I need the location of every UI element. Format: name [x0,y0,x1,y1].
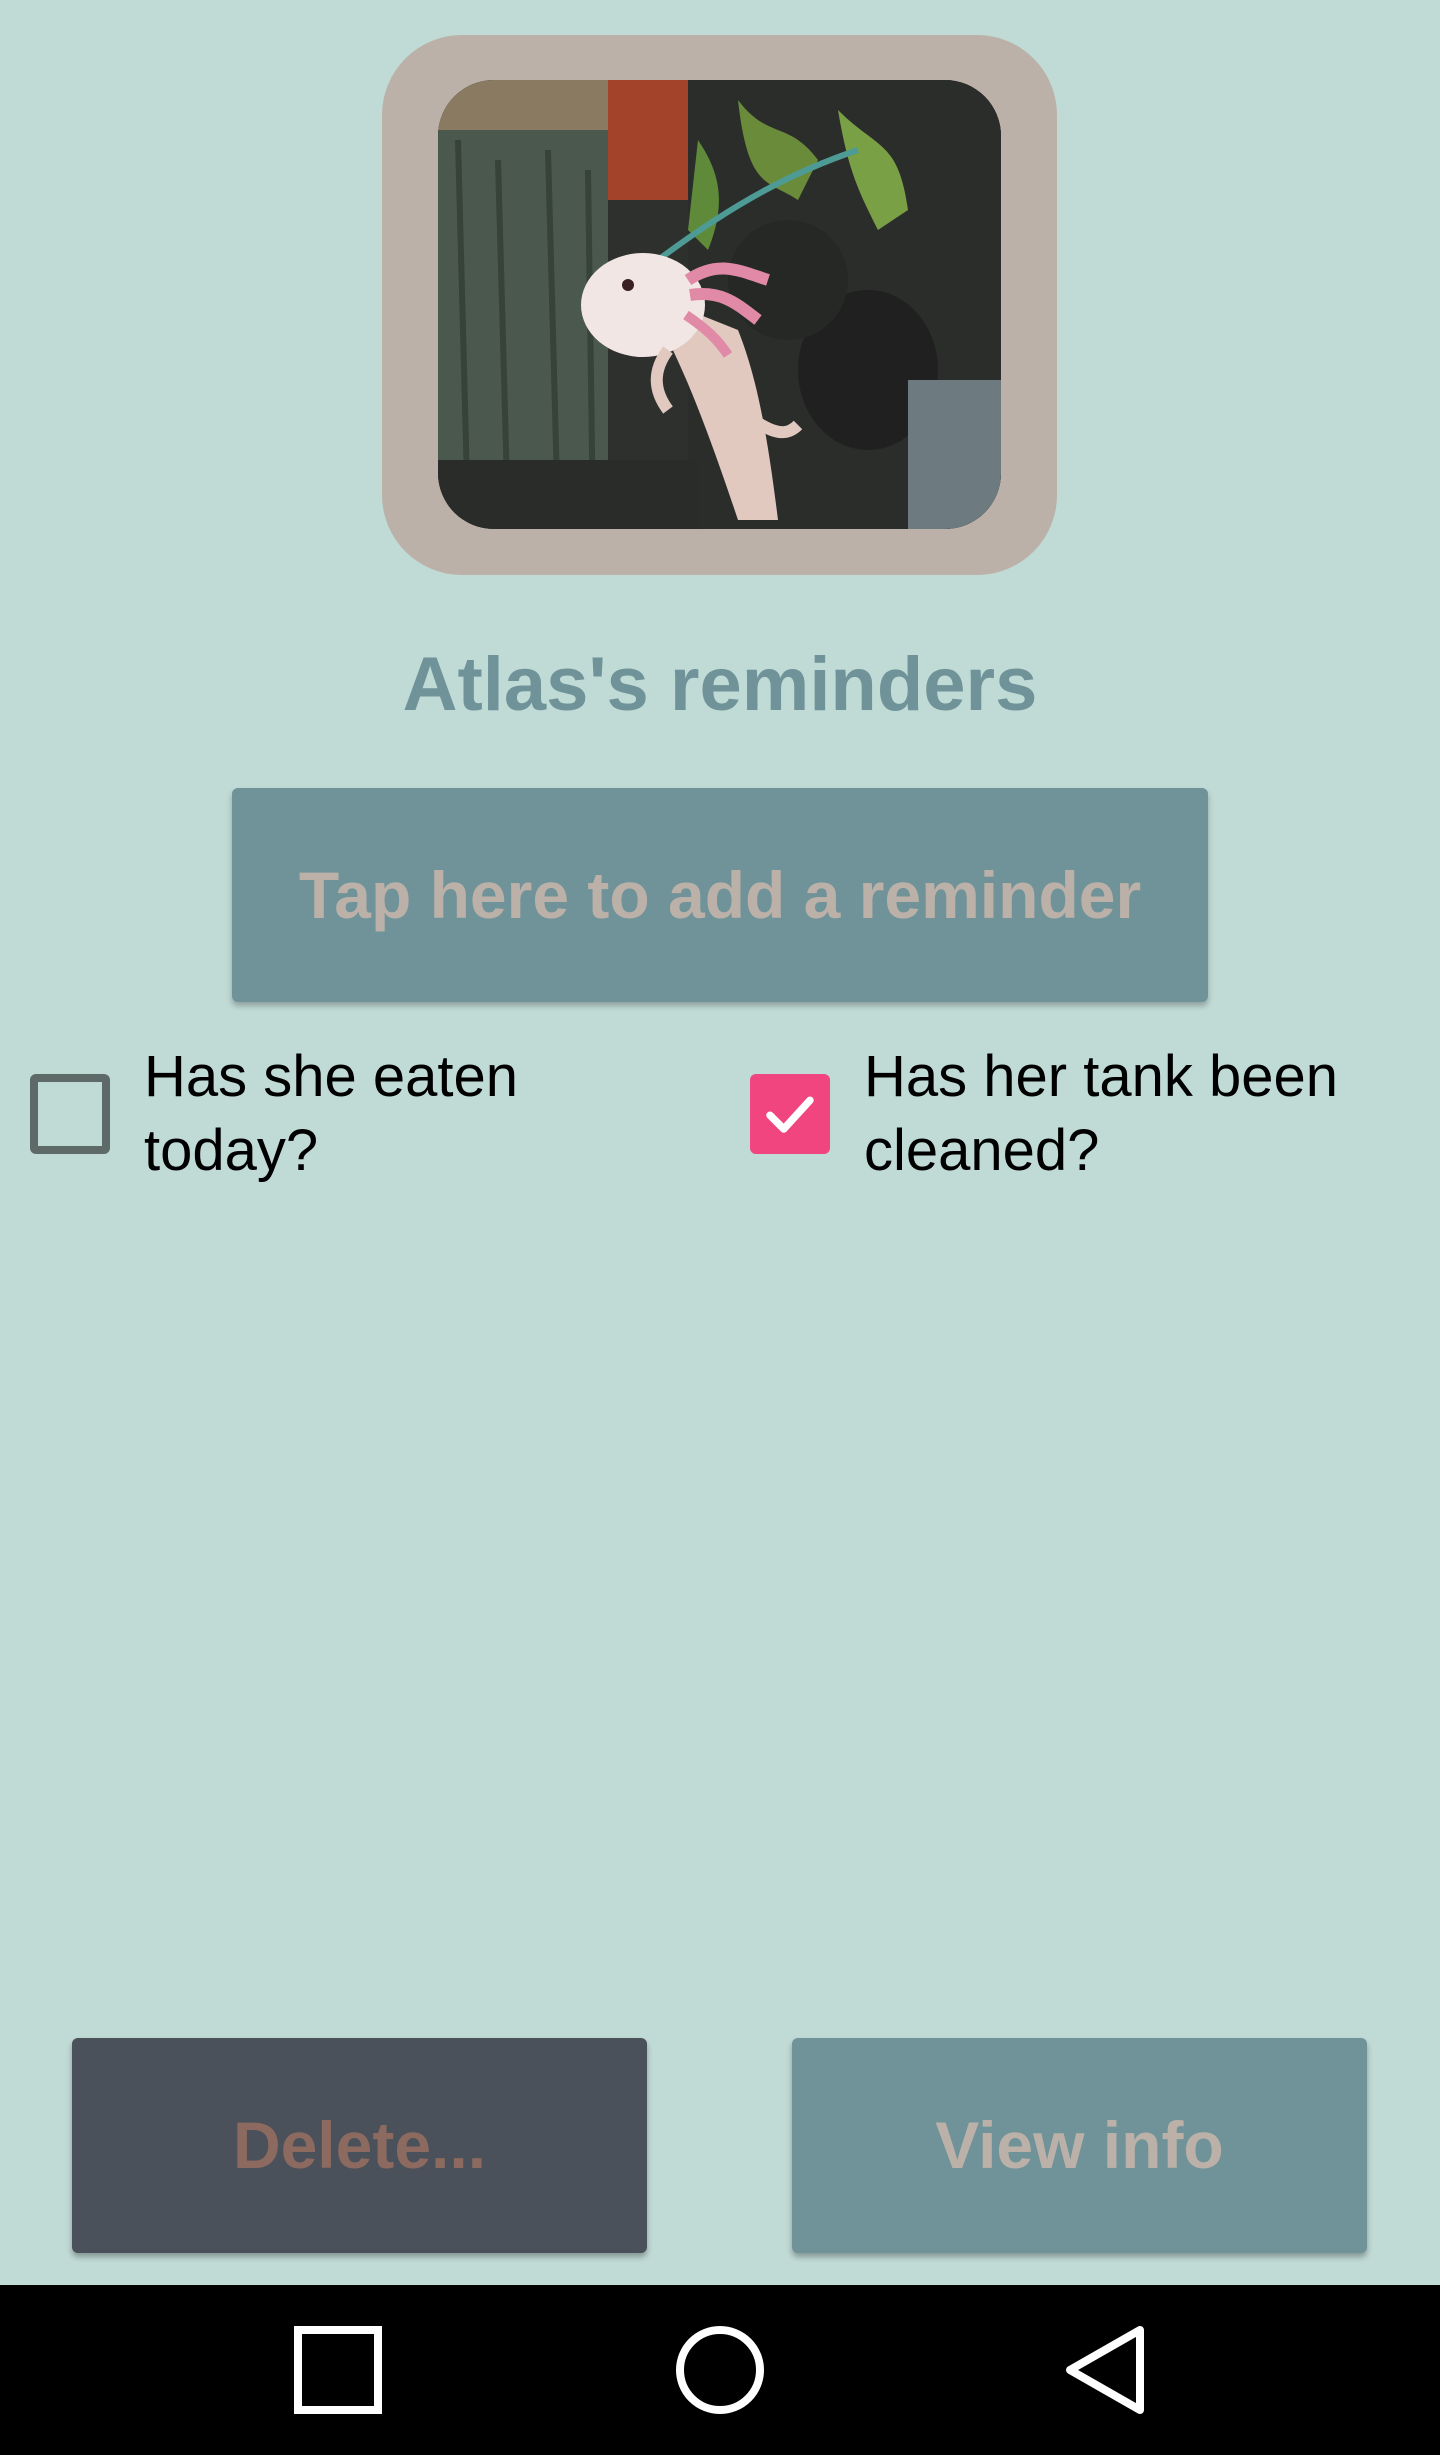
system-navigation-bar [0,2285,1440,2455]
circle-icon [676,2326,764,2414]
reminders-screen: Atlas's reminders Tap here to add a remi… [0,0,1440,2455]
reminder-checkbox-checked[interactable] [750,1074,830,1154]
back-button[interactable] [1055,2320,1155,2420]
reminder-label: Has she eaten today? [144,1044,519,1183]
recents-button[interactable] [288,2320,388,2420]
view-info-button[interactable]: View info [792,2038,1367,2253]
reminder-checkbox-unchecked[interactable] [30,1074,110,1154]
add-reminder-button[interactable]: Tap here to add a reminder [232,788,1208,1002]
triangle-back-icon [1066,2326,1144,2414]
square-icon [294,2326,382,2414]
reminder-item[interactable]: Has her tank been cleaned? [750,1040,1440,1188]
page-title: Atlas's reminders [402,642,1038,727]
reminder-label: Has her tank been cleaned? [864,1044,1338,1183]
home-button[interactable] [670,2320,770,2420]
reminder-item[interactable]: Has she eaten today? [30,1040,720,1188]
pet-photo-frame [382,35,1057,575]
pet-photo[interactable] [438,80,1001,529]
delete-button[interactable]: Delete... [72,2038,647,2253]
checkmark-icon [766,1096,814,1133]
axolotl-photo-image [438,80,1001,529]
